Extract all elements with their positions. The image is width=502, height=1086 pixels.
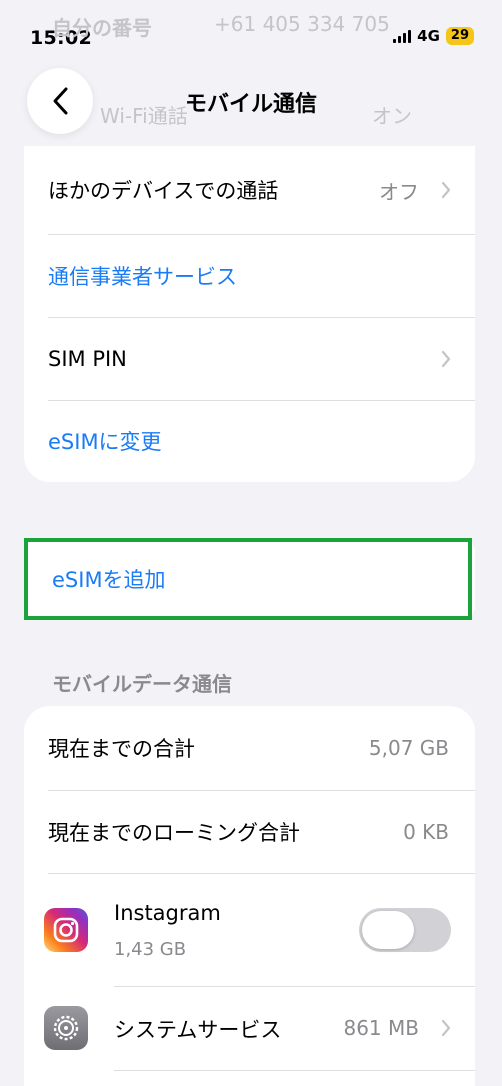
app-name: システムサービス	[114, 1018, 282, 1042]
divider	[114, 1070, 475, 1071]
sim-pin-label: SIM PIN	[48, 346, 127, 371]
app-usage: 861 MB	[343, 1016, 419, 1040]
gear-icon	[44, 1006, 88, 1050]
ghost-my-number-value: +61 405 334 705	[214, 12, 390, 36]
instagram-data-toggle[interactable]	[359, 908, 451, 952]
other-devices-calling-value: オフ	[379, 179, 419, 204]
system-services-row[interactable]: システムサービス 861 MB	[24, 986, 475, 1070]
roaming-usage-label: 現在までのローミング合計	[48, 820, 300, 845]
instagram-icon	[44, 908, 88, 952]
app-row-instagram: Instagram 1,43 GB	[24, 873, 475, 986]
sim-pin-row[interactable]: SIM PIN	[24, 317, 475, 400]
signal-icon	[393, 29, 412, 43]
settings-card: ほかのデバイスでの通話 オフ 通信事業者サービス SIM PIN eSIMに変更	[24, 146, 475, 482]
chevron-right-icon	[441, 350, 451, 367]
toggle-knob	[362, 911, 414, 949]
change-esim-link[interactable]: eSIMに変更	[48, 426, 162, 456]
other-devices-calling-label: ほかのデバイスでの通話	[48, 179, 279, 203]
app-usage: 1,43 GB	[114, 939, 187, 960]
chevron-right-icon	[441, 181, 451, 199]
roaming-usage-value: 0 KB	[403, 819, 449, 844]
chevron-right-icon	[441, 1019, 451, 1037]
network-type: 4G	[417, 27, 440, 45]
carrier-services-link[interactable]: 通信事業者サービス	[48, 261, 237, 291]
page-title: モバイル通信	[184, 92, 317, 117]
total-usage-label: 現在までの合計	[48, 737, 195, 761]
total-usage-value: 5,07 GB	[368, 736, 449, 760]
battery-icon: 29	[445, 27, 474, 45]
total-usage-row: 現在までの合計 5,07 GB	[24, 706, 475, 790]
roaming-usage-row: 現在までのローミング合計 0 KB	[24, 790, 475, 873]
mobile-data-section-title: モバイルデータ通信	[52, 672, 232, 696]
ghost-my-number-label: 自分の番号	[52, 16, 152, 40]
mobile-data-card: 現在までの合計 5,07 GB 現在までのローミング合計 0 KB Instag…	[24, 706, 475, 1086]
add-esim-highlight	[24, 538, 472, 620]
app-name: Instagram	[114, 901, 221, 925]
carrier-services-row[interactable]: 通信事業者サービス	[24, 234, 475, 317]
status-indicators: 4G 29	[393, 27, 474, 45]
change-esim-row[interactable]: eSIMに変更	[24, 400, 475, 482]
other-devices-calling-row[interactable]: ほかのデバイスでの通話 オフ	[24, 146, 475, 234]
